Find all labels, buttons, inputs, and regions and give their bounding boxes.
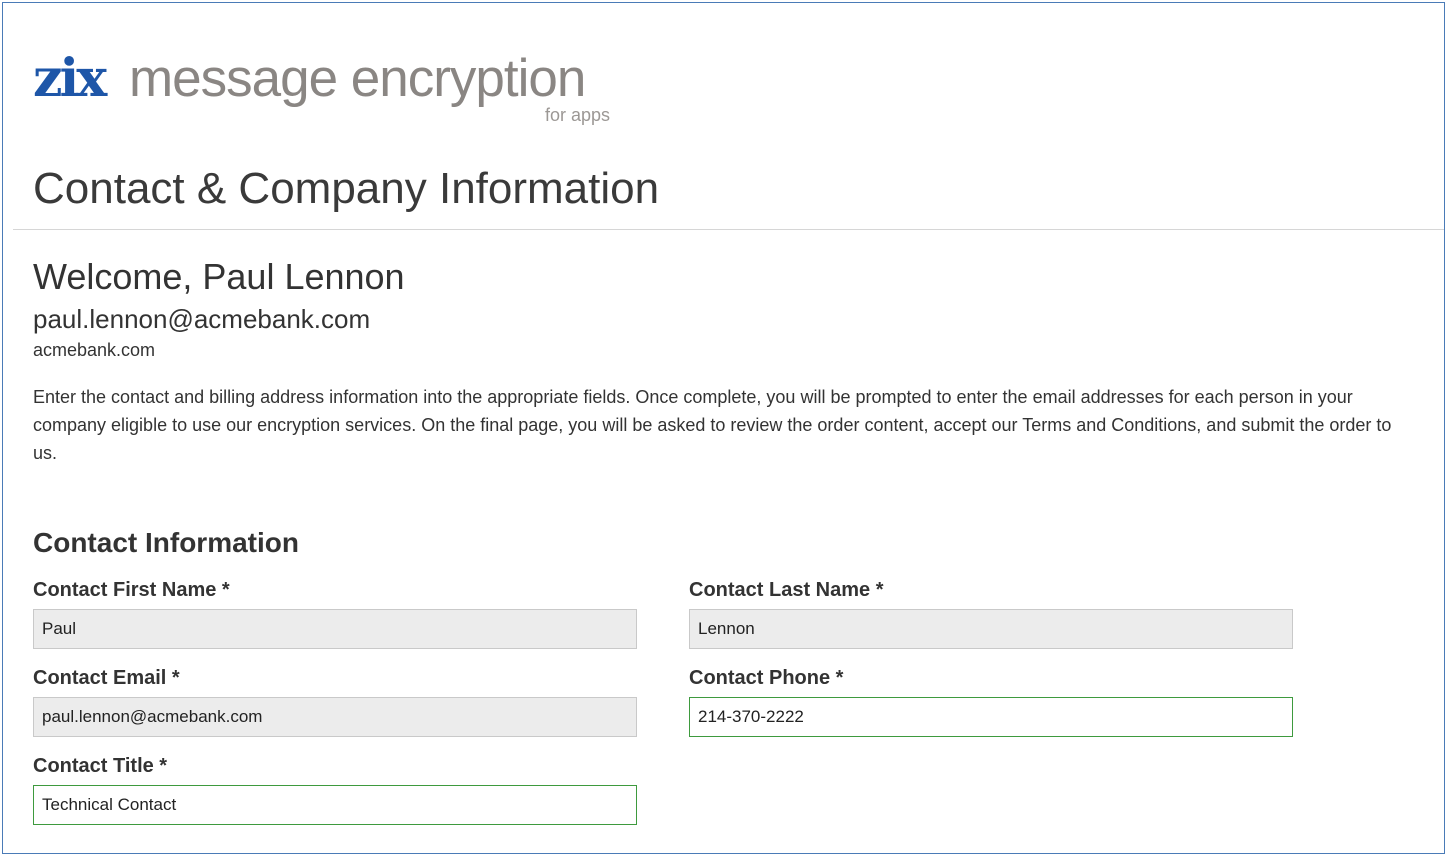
instructions-text: Enter the contact and billing address in… — [33, 387, 1392, 463]
zix-logo: zix message encryption for apps — [33, 49, 673, 129]
logo-mark: zix — [33, 48, 107, 109]
first-name-label: Contact First Name * — [33, 579, 230, 601]
header-divider — [13, 229, 1444, 230]
contact-section-title: Contact Information — [33, 527, 299, 558]
phone-label: Contact Phone * — [689, 667, 844, 689]
page-title: Contact & Company Information — [33, 164, 660, 213]
logo-product-sub: for apps — [545, 105, 611, 125]
title-label: Contact Title * — [33, 755, 168, 777]
last-name-label: Contact Last Name * — [689, 579, 884, 601]
phone-field[interactable] — [689, 697, 1293, 737]
title-field[interactable] — [33, 785, 637, 825]
welcome-heading: Welcome, Paul Lennon — [33, 256, 405, 297]
logo-product-name: message encryption — [129, 49, 586, 108]
page-frame: zix message encryption for apps Contact … — [2, 2, 1445, 854]
email-field[interactable] — [33, 697, 637, 737]
user-domain: acmebank.com — [33, 340, 156, 360]
user-email: paul.lennon@acmebank.com — [33, 304, 371, 334]
first-name-field[interactable] — [33, 609, 637, 649]
last-name-field[interactable] — [689, 609, 1293, 649]
email-label: Contact Email * — [33, 667, 180, 689]
